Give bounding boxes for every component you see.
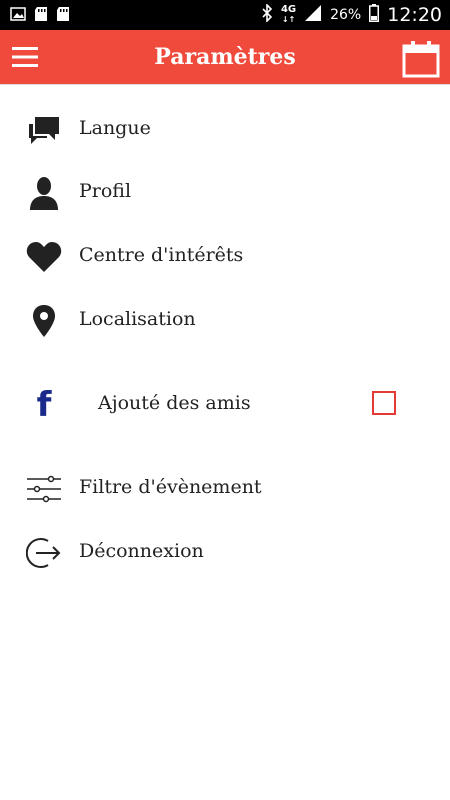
- page-title: Paramètres: [154, 44, 296, 70]
- app-bar-divider: [0, 84, 450, 85]
- sd-card-icon: [34, 6, 48, 26]
- settings-item-filtre-evenement[interactable]: Filtre d'évènement: [0, 459, 450, 515]
- heart-icon: [26, 239, 62, 275]
- logout-icon: [26, 535, 62, 571]
- sliders-icon: [26, 471, 62, 507]
- add-friends-checkbox[interactable]: [372, 391, 396, 415]
- settings-item-centre-interets[interactable]: Centre d'intérêts: [0, 227, 450, 283]
- settings-item-langue[interactable]: Langue: [0, 100, 450, 156]
- settings-item-localisation[interactable]: Localisation: [0, 291, 450, 347]
- chat-bubbles-icon: [26, 112, 62, 148]
- gallery-icon: [10, 6, 26, 26]
- battery-icon: [369, 4, 380, 26]
- app-bar: Paramètres: [0, 30, 450, 84]
- settings-item-label: Langue: [79, 117, 151, 139]
- status-bar: 4G ↓↑ 26% 12:20: [0, 0, 450, 30]
- settings-item-label: Déconnexion: [79, 540, 204, 562]
- clock: 12:20: [387, 4, 442, 26]
- battery-percent: 26%: [330, 7, 362, 23]
- network-type: 4G ↓↑: [280, 4, 297, 25]
- settings-item-label: Localisation: [79, 308, 196, 330]
- bluetooth-icon: [261, 3, 273, 26]
- settings-item-label: Profil: [79, 180, 132, 202]
- settings-item-deconnexion[interactable]: Déconnexion: [0, 523, 450, 579]
- settings-item-label: Centre d'intérêts: [79, 244, 244, 266]
- settings-item-label: Ajouté des amis: [98, 392, 251, 414]
- facebook-icon: f: [36, 385, 52, 425]
- signal-icon: [304, 4, 322, 26]
- settings-item-facebook-friends[interactable]: f Ajouté des amis: [0, 375, 450, 431]
- settings-item-profil[interactable]: Profil: [0, 163, 450, 219]
- location-pin-icon: [26, 303, 62, 339]
- sd-card-icon-2: [56, 6, 70, 26]
- calendar-icon[interactable]: [402, 40, 440, 78]
- person-icon: [26, 175, 62, 211]
- settings-item-label: Filtre d'évènement: [79, 476, 262, 498]
